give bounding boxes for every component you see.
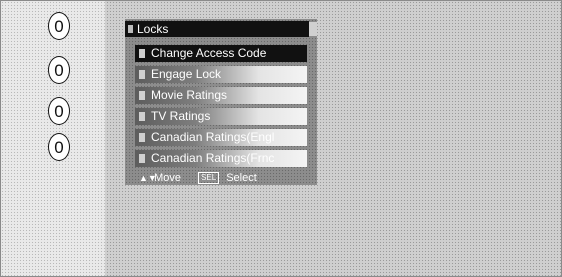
menu-item-label: Engage Lock [151, 67, 222, 81]
menu-item-label: Canadian Ratings(Frnc [151, 151, 275, 165]
menu-title-bar: Locks [125, 21, 317, 37]
bullet-icon [139, 49, 145, 58]
title-end-cap [309, 22, 317, 36]
menu-title: Locks [137, 22, 169, 36]
tv-screen: 0 0 0 0 Locks Change Access Code Engage … [0, 0, 562, 277]
move-hint-label: Move [154, 172, 181, 184]
title-marker-icon [128, 25, 133, 33]
menu-item-tv-ratings[interactable]: TV Ratings [135, 108, 307, 125]
code-digit-1[interactable]: 0 [48, 12, 70, 40]
menu-help-footer: ▲▼ Move SEL Select [139, 171, 309, 185]
code-digit-2[interactable]: 0 [48, 56, 70, 84]
bullet-icon [139, 91, 145, 100]
bullet-icon [139, 112, 145, 121]
code-digit-3[interactable]: 0 [48, 97, 70, 125]
menu-item-canadian-ratings-french[interactable]: Canadian Ratings(Frnc [135, 150, 307, 167]
menu-item-movie-ratings[interactable]: Movie Ratings [135, 87, 307, 104]
code-entry-panel: 0 0 0 0 [1, 1, 105, 276]
menu-item-change-access-code[interactable]: Change Access Code [135, 45, 307, 62]
up-down-arrows-icon: ▲▼ [139, 173, 157, 183]
menu-item-label: TV Ratings [151, 109, 211, 123]
bullet-icon [139, 70, 145, 79]
sel-key-icon: SEL [198, 172, 220, 184]
menu-item-label: Canadian Ratings(Engl [151, 130, 275, 144]
code-digit-4[interactable]: 0 [48, 133, 70, 161]
menu-item-engage-lock[interactable]: Engage Lock [135, 66, 307, 83]
menu-item-label: Movie Ratings [151, 88, 228, 102]
bullet-icon [139, 154, 145, 163]
menu-item-label: Change Access Code [151, 46, 267, 60]
select-hint-label: Select [226, 172, 257, 184]
locks-menu: Locks Change Access Code Engage Lock Mov… [125, 19, 317, 185]
menu-item-canadian-ratings-english[interactable]: Canadian Ratings(Engl [135, 129, 307, 146]
bullet-icon [139, 133, 145, 142]
